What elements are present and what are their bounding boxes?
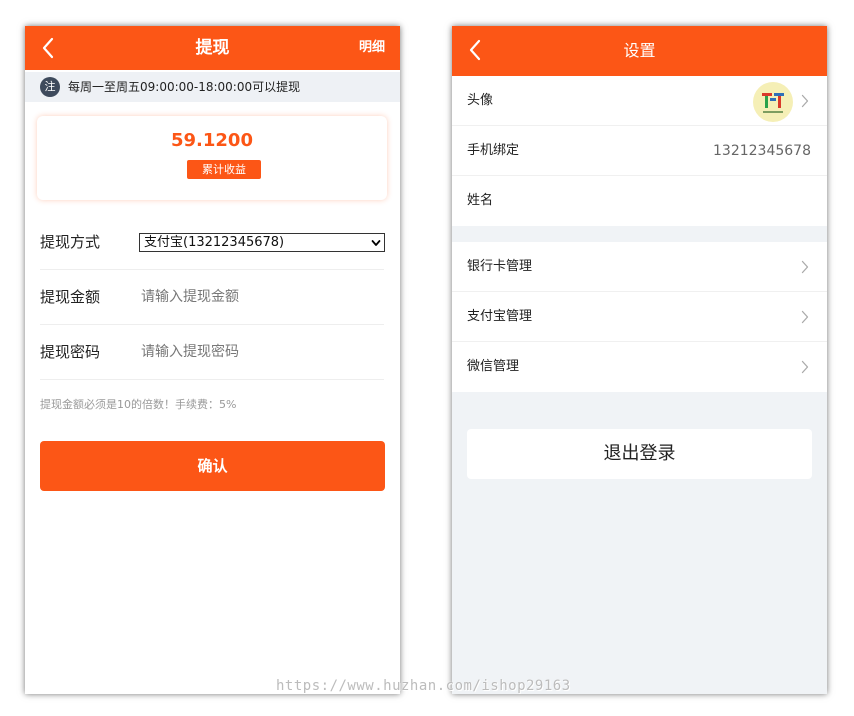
settings-header: 设置 (452, 26, 827, 76)
watermark: https://www.huzhan.com/ishop29163 (276, 678, 571, 694)
chevron-right-icon (801, 310, 809, 324)
row-label: 微信管理 (467, 359, 520, 374)
settings-screen: 设置 头像 手机绑定 13212345678 姓名 银行卡管理 支付宝管理 微信… (452, 26, 827, 694)
password-input[interactable]: 请输入提现密码 (141, 325, 239, 379)
chevron-down-icon (371, 240, 381, 246)
settings-row-alipay[interactable]: 支付宝管理 (452, 292, 827, 342)
settings-row-avatar[interactable]: 头像 (452, 76, 827, 126)
settings-row-wechat[interactable]: 微信管理 (452, 342, 827, 392)
password-label: 提现密码 (40, 343, 101, 361)
method-select[interactable]: 支付宝(13212345678) (139, 233, 385, 252)
logout-button[interactable]: 退出登录 (467, 429, 812, 479)
row-label: 银行卡管理 (467, 259, 533, 274)
withdraw-header: 提现 明细 (25, 26, 400, 70)
earnings-label: 累计收益 (187, 160, 261, 179)
row-label: 支付宝管理 (467, 309, 533, 324)
settings-row-bank-card[interactable]: 银行卡管理 (452, 242, 827, 292)
withdraw-amount-row: 提现金额 请输入提现金额 (40, 270, 384, 325)
chevron-right-icon (801, 360, 809, 374)
chevron-right-icon (801, 260, 809, 274)
amount-input[interactable]: 请输入提现金额 (141, 270, 239, 324)
withdraw-hint: 提现金额必须是10的倍数！手续费：5% (40, 398, 237, 411)
withdraw-screen: 提现 明细 注 每周一至周五09:00:00-18:00:00可以提现 59.1… (25, 26, 400, 694)
payment-group: 银行卡管理 支付宝管理 微信管理 (452, 242, 827, 392)
withdraw-password-row: 提现密码 请输入提现密码 (40, 325, 384, 380)
chevron-right-icon (801, 94, 809, 108)
withdraw-notice: 注 每周一至周五09:00:00-18:00:00可以提现 (25, 72, 400, 102)
row-label: 手机绑定 (467, 143, 520, 158)
method-selected-value: 支付宝(13212345678) (144, 235, 285, 250)
settings-row-name[interactable]: 姓名 (452, 176, 827, 226)
profile-group: 头像 手机绑定 13212345678 姓名 (452, 76, 827, 226)
row-label: 头像 (467, 93, 494, 108)
amount-label: 提现金额 (40, 288, 101, 306)
withdraw-method-row: 提现方式 支付宝(13212345678) (40, 215, 385, 270)
page-title: 提现 (195, 38, 230, 58)
method-label: 提现方式 (40, 233, 101, 251)
earnings-amount: 59.1200 (171, 130, 253, 151)
phone-value: 13212345678 (713, 143, 811, 159)
avatar (753, 82, 793, 122)
settings-row-phone[interactable]: 手机绑定 13212345678 (452, 126, 827, 176)
page-title: 设置 (623, 41, 656, 60)
confirm-button[interactable]: 确认 (40, 441, 385, 491)
avatar-logo-icon (762, 93, 784, 113)
earnings-card: 59.1200 累计收益 (37, 116, 387, 200)
detail-link[interactable]: 明细 (359, 26, 385, 70)
notice-badge: 注 (40, 77, 60, 97)
notice-text: 每周一至周五09:00:00-18:00:00可以提现 (68, 80, 301, 94)
row-label: 姓名 (467, 193, 494, 208)
